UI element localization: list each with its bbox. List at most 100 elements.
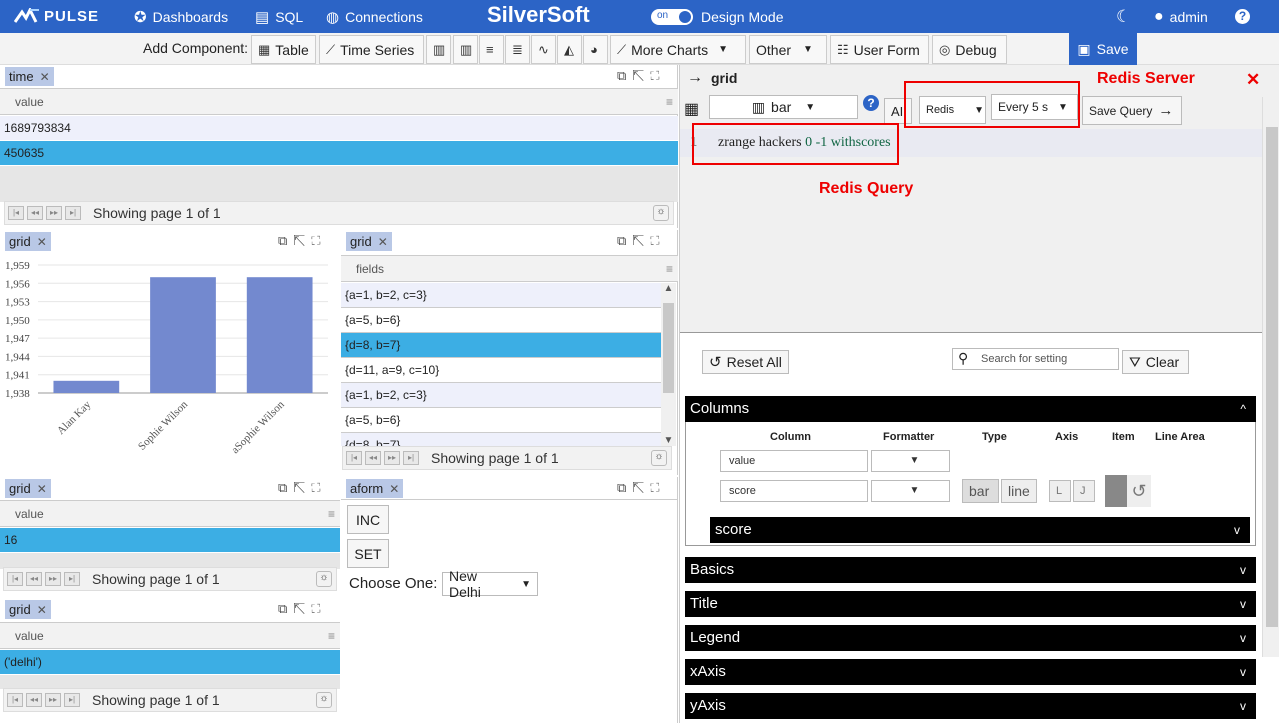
last-page-icon[interactable]: ▸| bbox=[64, 572, 80, 586]
menu-icon[interactable]: ≡ bbox=[666, 256, 673, 282]
table-row[interactable]: {a=5, b=6} bbox=[341, 308, 661, 333]
prev-page-icon[interactable]: ◂◂ bbox=[26, 572, 42, 586]
panel-controls[interactable]: ⧉⇱⛶ bbox=[617, 233, 665, 249]
chart-type-select[interactable]: ▥ bar ▼ bbox=[709, 95, 858, 119]
table-row[interactable]: 450635 bbox=[0, 141, 678, 166]
nav-dashboards[interactable]: ✪ Dashboards bbox=[134, 0, 228, 33]
table-row[interactable]: 1689793834 bbox=[0, 116, 678, 141]
table-row[interactable]: {a=1, b=2, c=3} bbox=[341, 283, 661, 308]
close-icon[interactable]: ✕ bbox=[37, 603, 47, 617]
item-color-swatch[interactable] bbox=[1105, 475, 1127, 507]
close-editor-icon[interactable]: ✕ bbox=[1246, 70, 1260, 90]
search-input[interactable]: ⚲ Search for setting bbox=[952, 348, 1119, 370]
add-time-series-button[interactable]: ⟋ Time Series bbox=[319, 35, 424, 64]
bulb-icon[interactable]: ☼ bbox=[653, 205, 669, 221]
type-line-button[interactable]: line bbox=[1001, 479, 1037, 503]
reset-all-button[interactable]: ↺ Reset All bbox=[702, 350, 789, 374]
next-page-icon[interactable]: ▸▸ bbox=[46, 206, 62, 220]
formatter-select[interactable]: ▼ bbox=[871, 480, 950, 502]
set-button[interactable]: SET bbox=[347, 539, 389, 568]
close-icon[interactable]: ✕ bbox=[389, 482, 399, 496]
table-row[interactable]: {d=8, b=7} bbox=[341, 433, 661, 446]
table-row[interactable]: {d=8, b=7} bbox=[341, 333, 661, 358]
next-page-icon[interactable]: ▸▸ bbox=[45, 693, 61, 707]
scrollbar[interactable]: ▲ ▼ bbox=[661, 283, 676, 446]
bar-chart-button[interactable]: ▥ bbox=[426, 35, 451, 64]
prev-page-icon[interactable]: ◂◂ bbox=[27, 206, 43, 220]
brand-logo[interactable]: PULSE bbox=[14, 0, 99, 33]
column-header[interactable]: fields ≡ bbox=[341, 255, 678, 282]
table-row[interactable]: {a=1, b=2, c=3} bbox=[341, 383, 661, 408]
line-chart-button[interactable]: ∿ bbox=[531, 35, 556, 64]
user-menu[interactable]: ● admin bbox=[1154, 0, 1208, 33]
prev-page-icon[interactable]: ◂◂ bbox=[365, 451, 381, 465]
panel-controls[interactable]: ⧉⇱⛶ bbox=[278, 233, 326, 249]
horizontal-bar-button[interactable]: ≡ bbox=[479, 35, 504, 64]
column-header[interactable]: value ≡ bbox=[0, 88, 678, 115]
last-page-icon[interactable]: ▸| bbox=[403, 451, 419, 465]
panel-tab[interactable]: grid ✕ bbox=[5, 479, 51, 498]
panel-controls[interactable]: ⧉⇱⛶ bbox=[617, 480, 665, 496]
menu-icon[interactable]: ≡ bbox=[328, 623, 335, 649]
legend-section[interactable]: Legend v bbox=[685, 625, 1256, 651]
add-table-button[interactable]: ▦ Table bbox=[251, 35, 316, 64]
more-charts-button[interactable]: ⟋ More Charts ▼ bbox=[610, 35, 746, 64]
stacked-hbar-button[interactable]: ≣ bbox=[505, 35, 530, 64]
design-mode-toggle[interactable]: on Design Mode bbox=[651, 0, 784, 33]
area-chart-button[interactable]: ◭ bbox=[557, 35, 582, 64]
inc-button[interactable]: INC bbox=[347, 505, 389, 534]
close-icon[interactable]: ✕ bbox=[37, 235, 47, 249]
panel-tab[interactable]: grid ✕ bbox=[5, 600, 51, 619]
user-form-button[interactable]: ☷ User Form bbox=[830, 35, 929, 64]
nav-connections[interactable]: ◍ Connections bbox=[326, 0, 423, 33]
save-query-button[interactable]: Save Query → bbox=[1082, 96, 1182, 125]
column-name-input[interactable]: score bbox=[720, 480, 868, 502]
yaxis-section[interactable]: yAxis v bbox=[685, 693, 1256, 719]
panel-controls[interactable]: ⧉⇱⛶ bbox=[278, 601, 326, 617]
column-header[interactable]: value ≡ bbox=[0, 500, 340, 527]
save-button[interactable]: ▣ Save bbox=[1069, 33, 1137, 65]
stacked-bar-button[interactable]: ▥ bbox=[453, 35, 478, 64]
close-icon[interactable]: ✕ bbox=[378, 235, 388, 249]
help-icon[interactable]: ? bbox=[1235, 0, 1250, 33]
columns-section[interactable]: Columns ^ bbox=[685, 396, 1256, 422]
nav-sql[interactable]: ▤ SQL bbox=[255, 0, 303, 33]
panel-tab[interactable]: aform ✕ bbox=[346, 479, 404, 498]
basics-section[interactable]: Basics v bbox=[685, 557, 1256, 583]
pie-chart-button[interactable]: ◕ bbox=[583, 35, 608, 64]
table-row[interactable]: {a=5, b=6} bbox=[341, 408, 661, 433]
menu-icon[interactable]: ≡ bbox=[328, 501, 335, 527]
title-section[interactable]: Title v bbox=[685, 591, 1256, 617]
table-row[interactable]: ('delhi') bbox=[0, 650, 340, 675]
prev-page-icon[interactable]: ◂◂ bbox=[26, 693, 42, 707]
panel-controls[interactable]: ⧉⇱⛶ bbox=[278, 480, 326, 496]
type-bar-button[interactable]: bar bbox=[962, 479, 999, 503]
axis-right-button[interactable]: J bbox=[1073, 480, 1095, 502]
panel-tab[interactable]: grid ✕ bbox=[346, 232, 392, 251]
bulb-icon[interactable]: ☼ bbox=[316, 692, 332, 708]
next-page-icon[interactable]: ▸▸ bbox=[45, 572, 61, 586]
arrow-right-icon[interactable]: → bbox=[687, 69, 703, 87]
first-page-icon[interactable]: |◂ bbox=[8, 206, 24, 220]
close-icon[interactable]: ✕ bbox=[37, 482, 47, 496]
toggle-switch[interactable]: on bbox=[651, 8, 693, 25]
bar-2[interactable] bbox=[246, 277, 313, 393]
scrollbar[interactable] bbox=[1262, 97, 1279, 657]
panel-tab[interactable]: time ✕ bbox=[5, 67, 54, 86]
table-icon[interactable]: ▦ bbox=[684, 99, 699, 119]
close-icon[interactable]: ✕ bbox=[40, 70, 50, 84]
column-name-input[interactable]: value bbox=[720, 450, 868, 472]
bar-0[interactable] bbox=[53, 380, 120, 393]
city-select[interactable]: New Delhi ▼ bbox=[442, 568, 538, 600]
moon-icon[interactable]: ☾ bbox=[1116, 0, 1131, 33]
first-page-icon[interactable]: |◂ bbox=[7, 572, 23, 586]
formatter-select[interactable]: ▼ bbox=[871, 450, 950, 472]
bar-1[interactable] bbox=[150, 277, 216, 393]
menu-icon[interactable]: ≡ bbox=[666, 89, 673, 115]
help-icon[interactable]: ? bbox=[863, 95, 879, 111]
debug-button[interactable]: ◎ Debug bbox=[932, 35, 1007, 64]
other-button[interactable]: Other ▼ bbox=[749, 35, 827, 64]
score-section[interactable]: score v bbox=[710, 517, 1250, 543]
bulb-icon[interactable]: ☼ bbox=[651, 450, 667, 466]
next-page-icon[interactable]: ▸▸ bbox=[384, 451, 400, 465]
